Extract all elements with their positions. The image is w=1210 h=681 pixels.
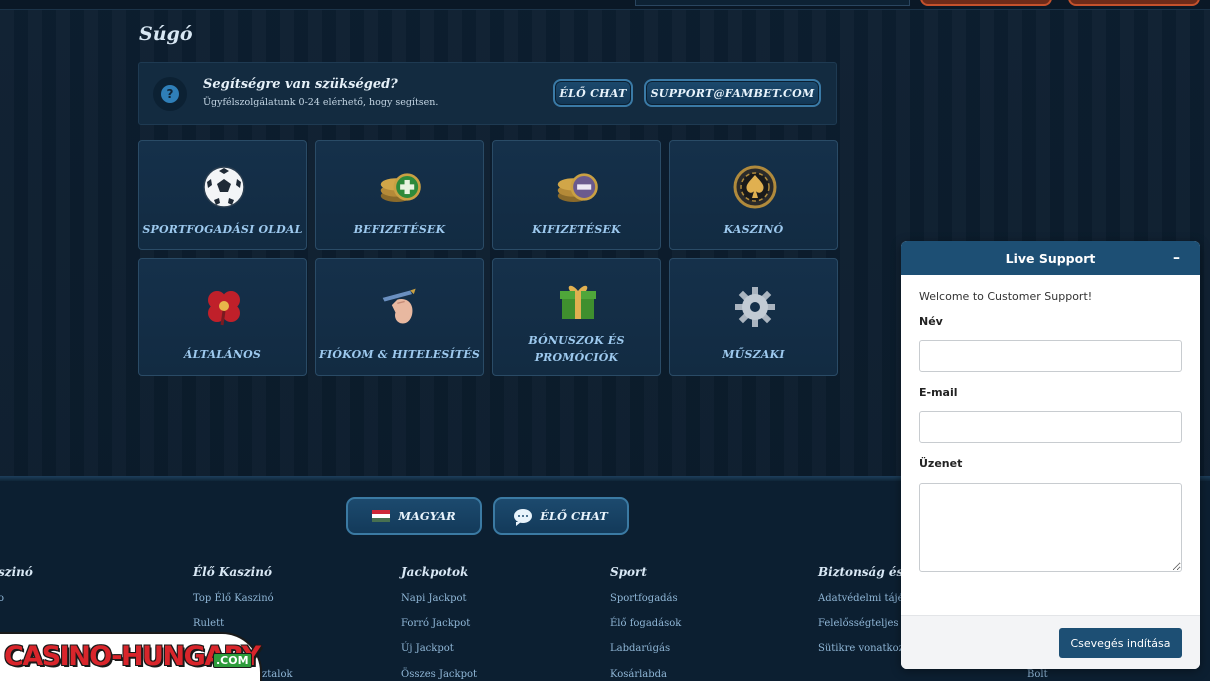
hand-pen-icon bbox=[379, 285, 423, 329]
email-field[interactable] bbox=[919, 411, 1182, 443]
footer-col-jackpots-title: Jackpotok bbox=[401, 565, 469, 579]
footer-link[interactable]: Sütikre vonatkoz bbox=[818, 643, 904, 654]
message-field[interactable] bbox=[919, 483, 1182, 572]
minimize-icon[interactable]: – bbox=[1173, 250, 1180, 266]
message-label: Üzenet bbox=[919, 457, 963, 470]
footer-link[interactable]: Labdarúgás bbox=[610, 643, 670, 654]
help-title: Segítségre van szükséged? bbox=[203, 77, 398, 92]
chat-bubble-icon bbox=[514, 509, 533, 526]
footer-link-shop[interactable]: Bolt bbox=[1027, 669, 1048, 680]
live-support-footer: Csevegés indítása bbox=[901, 615, 1200, 669]
coins-plus-icon bbox=[379, 165, 423, 209]
start-chat-button[interactable]: Csevegés indítása bbox=[1059, 628, 1182, 658]
spade-chip-icon bbox=[733, 165, 777, 209]
register-button[interactable] bbox=[1068, 0, 1200, 6]
category-label: KASZINÓ bbox=[723, 223, 784, 236]
name-label: Név bbox=[919, 315, 943, 328]
live-support-widget: Live Support – Welcome to Customer Suppo… bbox=[901, 241, 1200, 669]
four-leaf-clover-icon bbox=[202, 285, 246, 329]
footer-col-sport-title: Sport bbox=[610, 565, 647, 579]
category-card-technical[interactable]: MŰSZAKI bbox=[669, 258, 838, 376]
category-card-general[interactable]: ÁLTALÁNOS bbox=[138, 258, 307, 376]
footer-link[interactable]: ztalok bbox=[262, 669, 293, 680]
language-label: MAGYAR bbox=[398, 509, 456, 523]
category-card-account[interactable]: FIÓKOM & HITELESÍTÉS bbox=[315, 258, 484, 376]
page-title: Súgó bbox=[139, 23, 193, 45]
footer-link[interactable]: Adatvédelmi tájé bbox=[818, 593, 904, 604]
casino-hungary-logo: CASINO-HUNGARY .COM bbox=[0, 632, 262, 681]
footer-link[interactable]: Kosárlabda bbox=[610, 669, 667, 680]
help-subtitle: Ügyfélszolgálatunk 0-24 elérhető, hogy s… bbox=[203, 97, 439, 108]
category-card-deposits[interactable]: BEFIZETÉSEK bbox=[315, 140, 484, 250]
gear-icon bbox=[733, 285, 777, 329]
email-label: E-mail bbox=[919, 386, 958, 399]
footer-link[interactable]: Forró Jackpot bbox=[401, 618, 470, 629]
live-support-title: Live Support bbox=[1005, 250, 1096, 266]
category-label: FIÓKOM & HITELESÍTÉS bbox=[319, 348, 480, 361]
name-field[interactable] bbox=[919, 340, 1182, 372]
question-icon: ? bbox=[153, 77, 187, 111]
logo-suffix: .COM bbox=[213, 653, 252, 668]
category-card-withdrawals[interactable]: KIFIZETÉSEK bbox=[492, 140, 661, 250]
welcome-text: Welcome to Customer Support! bbox=[919, 290, 1093, 303]
login-button[interactable] bbox=[920, 0, 1052, 6]
footer-link[interactable]: Összes Jackpot bbox=[401, 669, 477, 680]
footer-link[interactable]: Új Jackpot bbox=[401, 643, 454, 654]
footer-link[interactable]: Napi Jackpot bbox=[401, 593, 467, 604]
footer-col-live-casino-title: Élő Kaszinó bbox=[193, 565, 272, 579]
search-input[interactable] bbox=[635, 0, 910, 6]
language-button[interactable]: MAGYAR bbox=[346, 497, 482, 535]
coins-minus-icon bbox=[556, 165, 600, 209]
footer-live-chat-label: ÉLŐ CHAT bbox=[540, 509, 608, 523]
category-card-casino[interactable]: KASZINÓ bbox=[669, 140, 838, 250]
live-chat-button[interactable]: ÉLŐ CHAT bbox=[553, 79, 633, 107]
category-label: SPORTFOGADÁSI OLDAL bbox=[142, 223, 303, 236]
footer-link[interactable]: o bbox=[0, 593, 4, 604]
live-support-header: Live Support – bbox=[901, 241, 1200, 275]
footer-link[interactable]: Rulett bbox=[193, 618, 224, 629]
footer-link[interactable]: Sportfogadás bbox=[610, 593, 678, 604]
support-email-button[interactable]: SUPPORT@FAMBET.COM bbox=[644, 79, 821, 107]
category-card-bonuses[interactable]: BÓNUSZOK ÉS PROMÓCIÓK bbox=[492, 258, 661, 376]
gift-box-icon bbox=[556, 279, 600, 323]
category-label: BEFIZETÉSEK bbox=[353, 223, 446, 236]
footer-link[interactable]: Top Élő Kaszinó bbox=[193, 593, 274, 604]
category-card-sport[interactable]: SPORTFOGADÁSI OLDAL bbox=[138, 140, 307, 250]
help-banner: ? Segítségre van szükséged? Ügyfélszolgá… bbox=[138, 62, 837, 125]
soccer-ball-icon bbox=[202, 165, 246, 209]
category-label: ÁLTALÁNOS bbox=[183, 348, 262, 361]
category-label: MŰSZAKI bbox=[722, 348, 785, 361]
footer-col-casino-title: szinó bbox=[0, 565, 33, 579]
hungary-flag-icon bbox=[372, 509, 391, 523]
footer-link[interactable]: Felelősségteljes sz bbox=[818, 618, 912, 629]
footer-live-chat-button[interactable]: ÉLŐ CHAT bbox=[493, 497, 629, 535]
top-bar bbox=[0, 0, 1210, 10]
footer-link[interactable]: Élő fogadások bbox=[610, 618, 681, 629]
category-label: KIFIZETÉSEK bbox=[532, 223, 621, 236]
category-label: BÓNUSZOK ÉS PROMÓCIÓK bbox=[528, 334, 625, 364]
